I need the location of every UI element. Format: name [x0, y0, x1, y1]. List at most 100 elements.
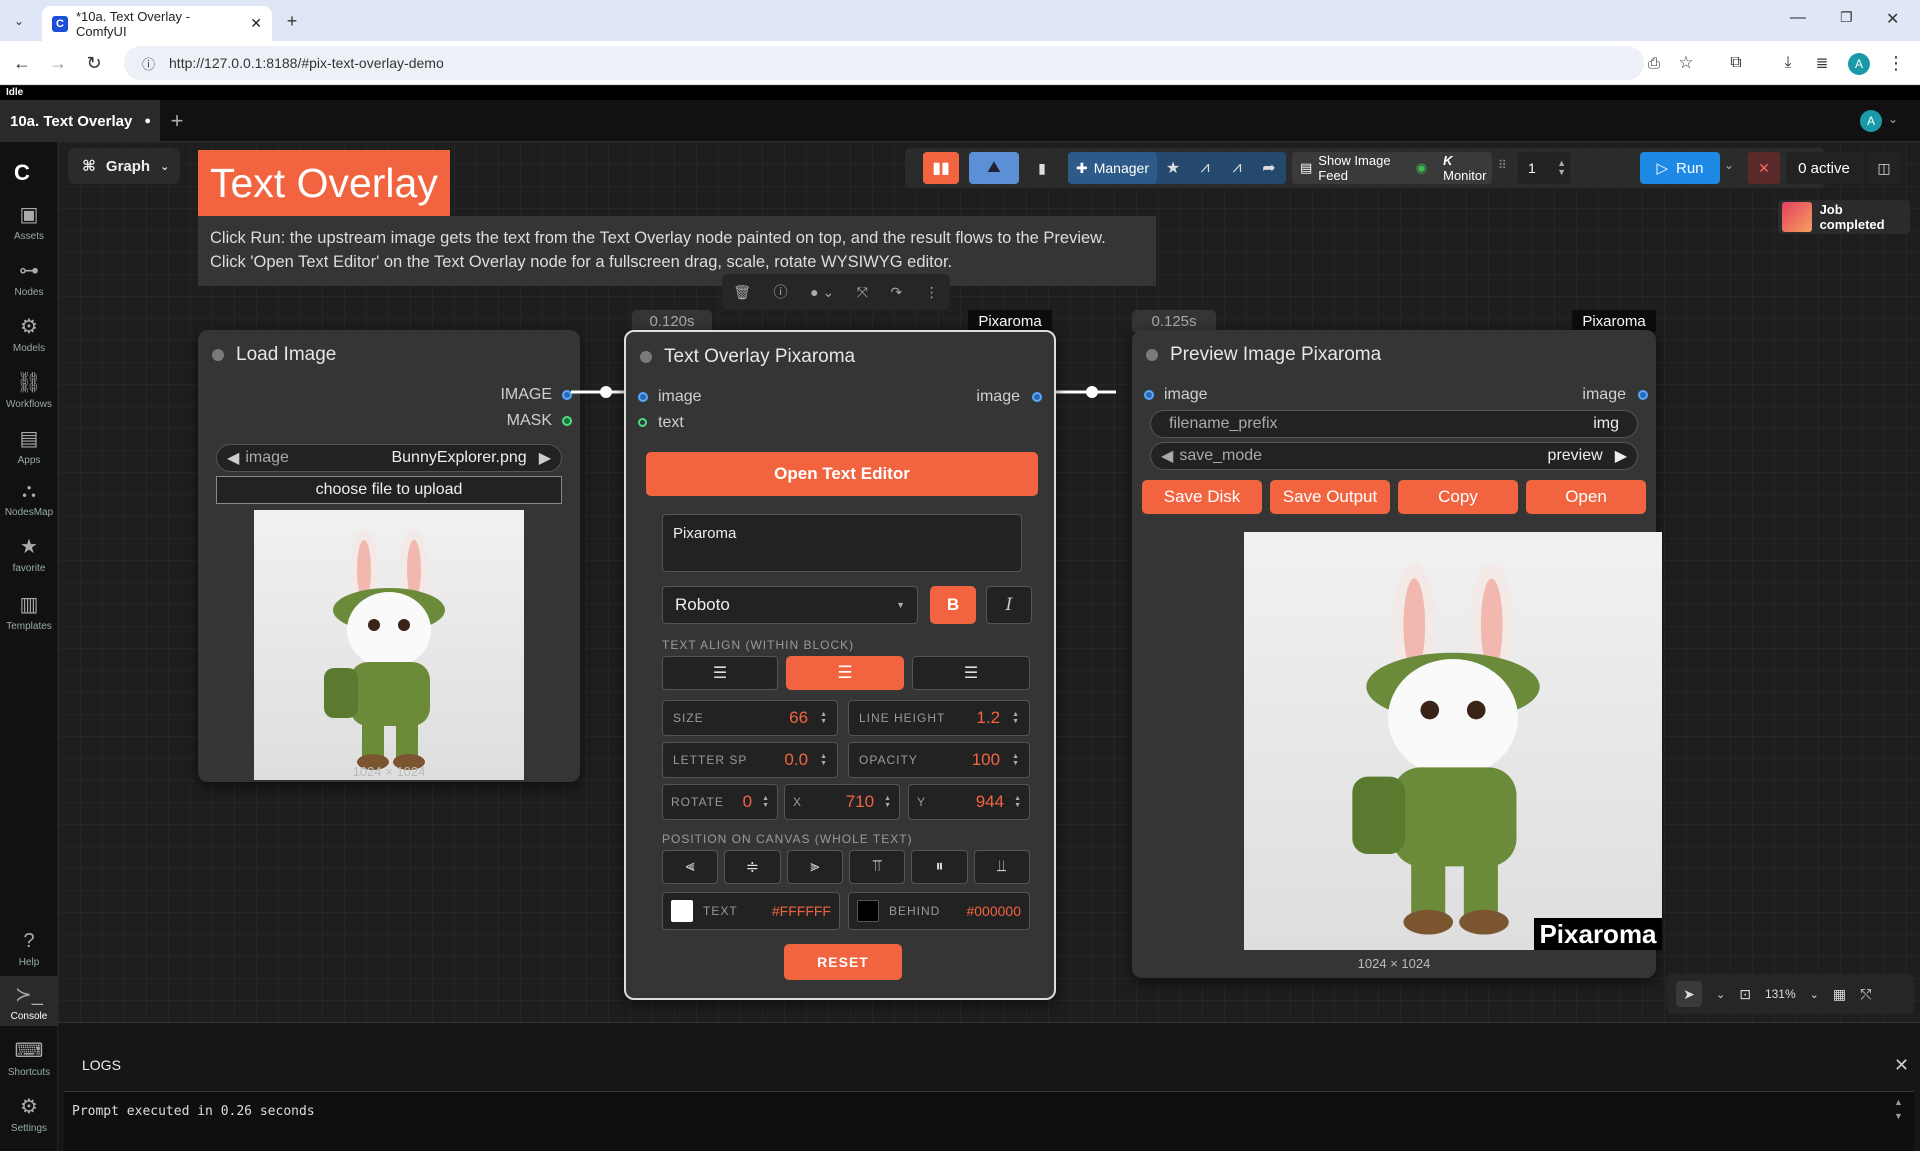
reset-button[interactable]: RESET — [784, 944, 902, 980]
image-output-port[interactable] — [1032, 392, 1042, 402]
browser-tab[interactable]: C *10a. Text Overlay - ComfyUI ✕ — [42, 6, 272, 41]
zoom-chevron-icon[interactable]: ⌄ — [1810, 988, 1819, 1001]
rotate-field[interactable]: ROTATE 0 ▲ ▼ — [662, 784, 778, 820]
tool-chevron-icon[interactable]: ⌄ — [1716, 988, 1725, 1001]
stepper-icon[interactable]: ▲ ▼ — [820, 711, 827, 725]
install-app-icon[interactable]: ⎙ — [1640, 49, 1668, 77]
align-right-button[interactable]: ☰ — [912, 656, 1030, 690]
save-disk-button[interactable]: Save Disk — [1142, 480, 1262, 514]
sidebar-item-shortcuts[interactable]: ⌨ Shortcuts — [0, 1038, 58, 1078]
image-output-port[interactable] — [1638, 390, 1648, 400]
sidebar-item-settings[interactable]: ⚙ Settings — [0, 1094, 58, 1134]
next-arrow-icon[interactable]: ▶ — [1615, 446, 1627, 466]
font-select[interactable]: Roboto ▼ — [662, 586, 918, 624]
sidebar-item-apps[interactable]: ▤ Apps — [0, 426, 58, 466]
zoom-level[interactable]: 131% — [1765, 987, 1796, 1001]
restore-icon[interactable]: ❐ — [1840, 9, 1853, 26]
reading-list-icon[interactable]: ≣ — [1808, 49, 1836, 77]
sidebar-item-favorite[interactable]: ★ favorite — [0, 534, 58, 574]
preview-image-node[interactable]: Preview Image Pixaroma image image filen… — [1132, 330, 1662, 978]
add-workflow-icon[interactable]: + — [164, 108, 190, 134]
text-input-port[interactable] — [638, 418, 647, 427]
comfy-logo-icon[interactable]: C — [14, 160, 30, 186]
bookmark-star-icon[interactable]: ☆ — [1672, 49, 1700, 77]
workflow-tab[interactable]: 10a. Text Overlay ● — [0, 100, 160, 142]
pos-bottom-icon[interactable]: ⫫ — [973, 850, 1030, 884]
stepper-icon[interactable]: ▲ ▼ — [820, 753, 827, 767]
sidebar-item-nodesmap[interactable]: ⛬ NodesMap — [0, 480, 58, 518]
hide-links-icon[interactable]: ⤲ — [1860, 986, 1871, 1003]
x-field[interactable]: X 710 ▲ ▼ — [784, 784, 900, 820]
forward-icon[interactable]: → — [44, 49, 72, 77]
pos-vcenter-icon[interactable]: ⏸ — [911, 850, 968, 884]
link-midpoint[interactable] — [1086, 386, 1098, 398]
size-field[interactable]: SIZE 66 ▲ ▼ — [662, 700, 838, 736]
italic-toggle[interactable]: I — [986, 586, 1032, 624]
overlay-text-area[interactable]: Pixaroma — [662, 514, 1022, 572]
tab-list-icon[interactable]: ⌄ — [8, 10, 30, 32]
overlay-title-bar[interactable]: Text Overlay Pixaroma — [626, 332, 1054, 382]
behind-color-swatch[interactable] — [857, 900, 879, 922]
pos-top-icon[interactable]: ⫪ — [848, 850, 906, 884]
user-menu-chevron-icon[interactable]: ⌄ — [1888, 112, 1898, 126]
sidebar-item-models[interactable]: ⚙ Models — [0, 314, 58, 354]
sidebar-item-nodes[interactable]: ⊶ Nodes — [0, 258, 58, 298]
save-mode-widget[interactable]: ◀ save_mode preview ▶ — [1150, 442, 1638, 470]
collapse-dot-icon[interactable] — [640, 351, 652, 363]
sidebar-item-templates[interactable]: ▥ Templates — [0, 592, 58, 632]
close-window-icon[interactable]: ✕ — [1886, 9, 1899, 29]
stepper-icon[interactable]: ▲ ▼ — [1012, 711, 1019, 725]
stepper-icon[interactable]: ▲ ▼ — [884, 795, 891, 809]
collapse-dot-icon[interactable] — [1146, 349, 1158, 361]
copy-button[interactable]: Copy — [1398, 480, 1518, 514]
minimap-icon[interactable]: ▦ — [1833, 986, 1846, 1003]
new-tab-icon[interactable]: + — [280, 9, 304, 33]
letter-spacing-field[interactable]: LETTER SP 0.0 ▲ ▼ — [662, 742, 838, 778]
profile-avatar[interactable]: A — [1848, 53, 1870, 75]
bold-toggle[interactable]: B — [930, 586, 976, 624]
save-output-button[interactable]: Save Output — [1270, 480, 1390, 514]
log-scrollbar[interactable]: ▲ ▼ — [1894, 1095, 1903, 1123]
preview-title-bar[interactable]: Preview Image Pixaroma — [1132, 330, 1656, 380]
site-info-icon[interactable]: ⓘ — [142, 54, 155, 73]
sidebar-item-assets[interactable]: ▣ Assets — [0, 202, 58, 242]
open-text-editor-button[interactable]: Open Text Editor — [646, 452, 1038, 496]
line-height-field[interactable]: LINE HEIGHT 1.2 ▲ ▼ — [848, 700, 1030, 736]
text-color-field[interactable]: TEXT #FFFFFF — [662, 892, 840, 930]
graph-canvas[interactable]: ⌘ Graph ⌄ ▮▮ ⛰ ▮ ✚ Manager ★ ⩘ ⩘ ➦ ▤ Show… — [58, 142, 1920, 1022]
extensions-icon[interactable]: ⧉ — [1722, 49, 1750, 77]
link-midpoint[interactable] — [600, 386, 612, 398]
behind-color-field[interactable]: BEHIND #000000 — [848, 892, 1030, 930]
reload-icon[interactable]: ↻ — [80, 49, 108, 77]
minimize-icon[interactable]: — — [1790, 9, 1806, 27]
pos-right-icon[interactable]: ⫸ — [786, 850, 843, 884]
close-logs-icon[interactable]: ✕ — [1894, 1055, 1909, 1076]
text-color-swatch[interactable] — [671, 900, 693, 922]
filename-prefix-widget[interactable]: filename_prefix img — [1150, 410, 1638, 438]
select-tool-icon[interactable]: ➤ — [1676, 981, 1702, 1007]
image-input-port[interactable] — [1144, 390, 1154, 400]
close-tab-icon[interactable]: ✕ — [250, 15, 262, 32]
image-input-port[interactable] — [638, 392, 648, 402]
downloads-icon[interactable]: ⤓ — [1774, 49, 1802, 77]
address-bar[interactable]: ⓘ http://127.0.0.1:8188/#pix-text-overla… — [124, 46, 1644, 80]
pos-left-icon[interactable]: ⫷ — [662, 850, 719, 884]
sidebar-item-help[interactable]: ? Help — [0, 930, 58, 968]
sidebar-item-console[interactable]: ≻_ Console — [0, 976, 58, 1026]
stepper-icon[interactable]: ▲ ▼ — [1012, 753, 1019, 767]
fit-view-icon[interactable]: ⊡ — [1739, 986, 1751, 1003]
text-overlay-node[interactable]: Text Overlay Pixaroma image text image O… — [624, 330, 1056, 1000]
user-avatar[interactable]: A — [1860, 110, 1882, 132]
stepper-icon[interactable]: ▲ ▼ — [762, 795, 769, 809]
align-left-button[interactable]: ☰ — [662, 656, 778, 690]
pos-hcenter-icon[interactable]: ≑ — [724, 850, 781, 884]
back-icon[interactable]: ← — [8, 49, 36, 77]
browser-menu-icon[interactable]: ⋮ — [1882, 49, 1910, 77]
prev-arrow-icon[interactable]: ◀ — [1161, 446, 1173, 466]
stepper-icon[interactable]: ▲ ▼ — [1014, 795, 1021, 809]
y-field[interactable]: Y 944 ▲ ▼ — [908, 784, 1030, 820]
open-button[interactable]: Open — [1526, 480, 1646, 514]
align-center-button[interactable]: ☰ — [786, 656, 904, 690]
opacity-field[interactable]: OPACITY 100 ▲ ▼ — [848, 742, 1030, 778]
sidebar-item-workflows[interactable]: ⛓ Workflows — [0, 370, 58, 410]
